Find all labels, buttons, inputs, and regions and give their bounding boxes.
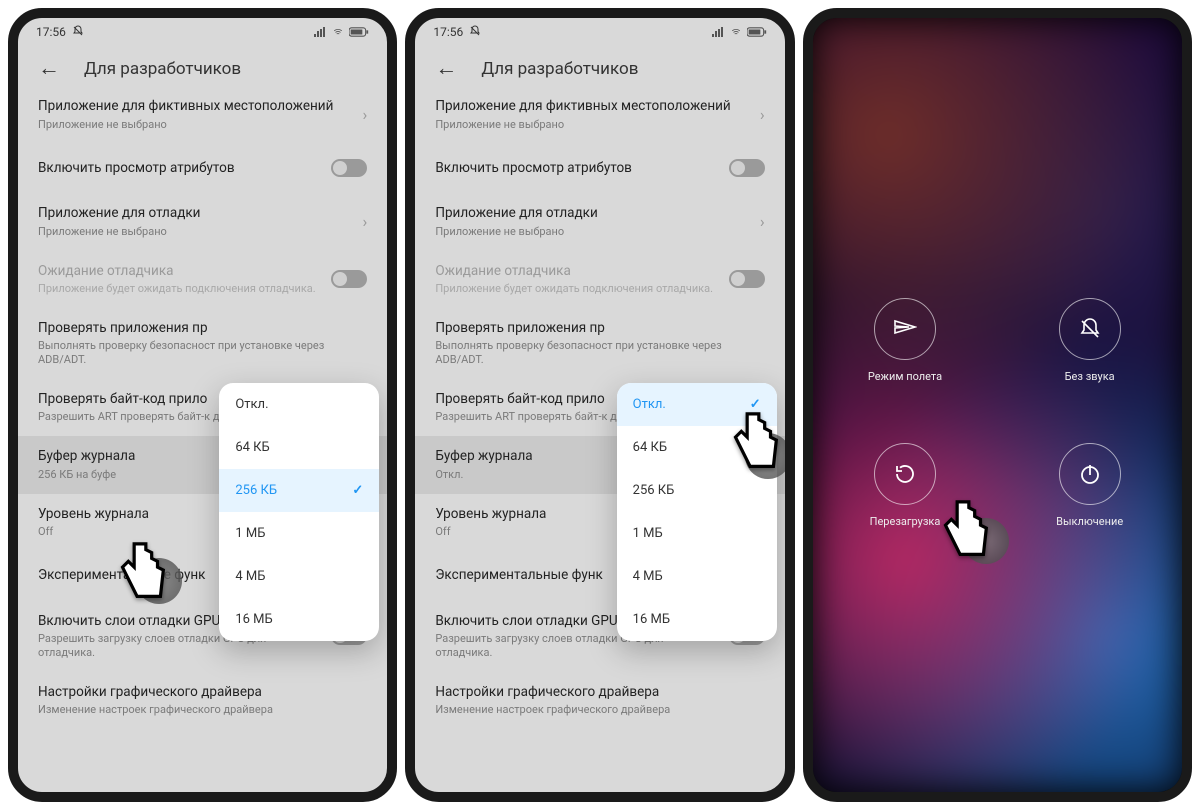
page-title: Для разработчиков (84, 59, 241, 79)
phone-1: 17:56 ← Для разработчиков Приложение для… (8, 8, 397, 802)
dnd-icon (469, 25, 481, 40)
toggle-switch (729, 270, 765, 288)
chevron-right-icon: › (760, 105, 765, 124)
row-view-attrs[interactable]: Включить просмотр атрибутов (435, 143, 764, 193)
row-gpu-driver[interactable]: Настройки графического драйвераИзменение… (38, 672, 367, 729)
popup-option[interactable]: 64 КБ (219, 426, 379, 469)
back-icon[interactable]: ← (38, 58, 60, 80)
toggle-switch (331, 270, 367, 288)
status-time: 17:56 (433, 25, 463, 39)
popup-option-selected[interactable]: Откл.✓ (617, 383, 777, 426)
row-verify-apps[interactable]: Проверять приложения прВыполнять проверк… (435, 308, 764, 379)
silent-label: Без звука (1065, 370, 1115, 383)
header: ← Для разработчиков (415, 46, 784, 86)
shutdown-label: Выключение (1056, 515, 1123, 528)
row-mock-location[interactable]: Приложение для фиктивных местоположенийП… (38, 86, 367, 143)
header: ← Для разработчиков (18, 46, 387, 86)
status-icons (711, 27, 767, 37)
phone-3-power-menu: Режим полета Без звука Перезагрузка Выкл… (803, 8, 1192, 802)
dnd-icon (72, 25, 84, 40)
cursor-badge (136, 558, 182, 604)
statusbar: 17:56 (415, 18, 784, 46)
popup-option-selected[interactable]: 256 КБ✓ (219, 469, 379, 512)
popup-option[interactable]: 4 МБ (617, 555, 777, 598)
power-menu: Режим полета Без звука Перезагрузка Выкл… (813, 298, 1182, 528)
row-gpu-driver[interactable]: Настройки графического драйвераИзменение… (435, 672, 764, 729)
airplane-mode-button[interactable]: Режим полета (868, 298, 942, 383)
chevron-right-icon: › (760, 212, 765, 231)
row-wait-debugger: Ожидание отладчикаПриложение будет ожида… (38, 251, 367, 308)
popup-option[interactable]: 1 МБ (219, 512, 379, 555)
status-time: 17:56 (36, 25, 66, 39)
reboot-label: Перезагрузка (870, 515, 941, 528)
chevron-right-icon: › (363, 105, 368, 124)
cursor-badge (963, 518, 1009, 564)
popup-option[interactable]: 16 МБ (219, 598, 379, 641)
popup-option[interactable]: 16 МБ (617, 598, 777, 641)
silent-mode-button[interactable]: Без звука (1059, 298, 1121, 383)
airplane-label: Режим полета (868, 370, 942, 383)
popup-option[interactable]: Откл. (219, 383, 379, 426)
statusbar: 17:56 (18, 18, 387, 46)
popup-option[interactable]: 4 МБ (219, 555, 379, 598)
check-icon: ✓ (750, 397, 761, 412)
row-verify-apps[interactable]: Проверять приложения прВыполнять проверк… (38, 308, 367, 379)
row-mock-location[interactable]: Приложение для фиктивных местоположенийП… (435, 86, 764, 143)
page-title: Для разработчиков (481, 59, 638, 79)
popup-option[interactable]: 1 МБ (617, 512, 777, 555)
status-icons (313, 27, 369, 37)
row-view-attrs[interactable]: Включить просмотр атрибутов (38, 143, 367, 193)
toggle-switch[interactable] (331, 159, 367, 177)
row-debug-app[interactable]: Приложение для отладкиПриложение не выбр… (435, 193, 764, 250)
reboot-button[interactable]: Перезагрузка (870, 443, 941, 528)
back-icon[interactable]: ← (435, 58, 457, 80)
popup-option[interactable]: 256 КБ (617, 469, 777, 512)
phone-2: 17:56 ← Для разработчиков Приложение для… (405, 8, 794, 802)
check-icon: ✓ (352, 483, 363, 498)
buffer-size-popup[interactable]: Откл.✓ 64 КБ 256 КБ 1 МБ 4 МБ 16 МБ (617, 383, 777, 641)
cursor-badge (745, 433, 791, 479)
toggle-switch[interactable] (729, 159, 765, 177)
shutdown-button[interactable]: Выключение (1056, 443, 1123, 528)
chevron-right-icon: › (363, 212, 368, 231)
row-debug-app[interactable]: Приложение для отладкиПриложение не выбр… (38, 193, 367, 250)
buffer-size-popup[interactable]: Откл. 64 КБ 256 КБ✓ 1 МБ 4 МБ 16 МБ (219, 383, 379, 641)
row-wait-debugger: Ожидание отладчикаПриложение будет ожида… (435, 251, 764, 308)
